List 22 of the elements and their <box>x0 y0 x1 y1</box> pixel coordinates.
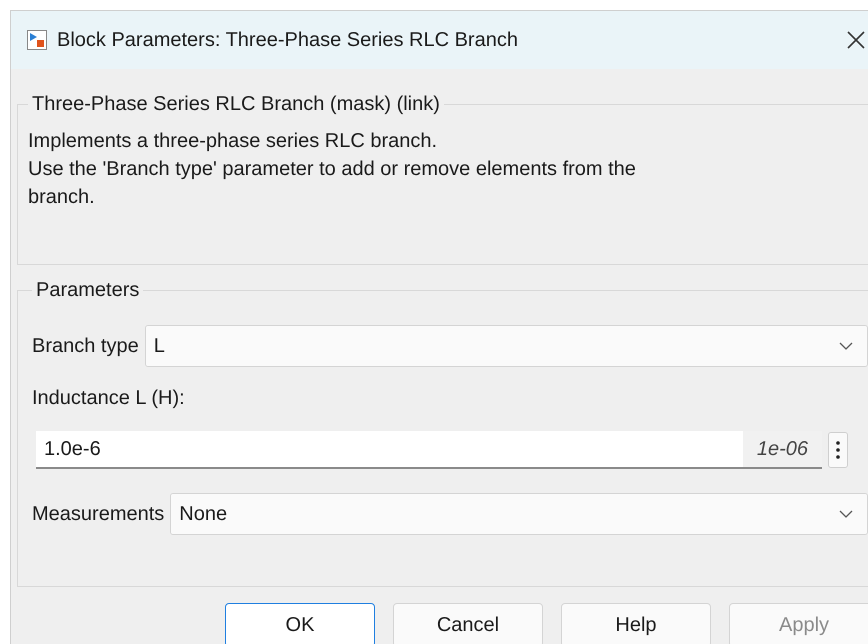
dialog-button[interactable]: OK <box>225 603 375 644</box>
description-text: Use the 'Branch type' parameter to add or remove elements from the <box>28 157 637 182</box>
more-options-button[interactable] <box>828 432 848 468</box>
input-field[interactable]: 1.0e-6 1e-06 <box>36 431 822 469</box>
description-text: Implements a three-phase series RLC branch. <box>28 129 438 154</box>
field-label: Branch type <box>32 334 139 359</box>
description-text: branch. <box>28 185 96 210</box>
dialog-button[interactable]: Cancel <box>393 603 543 644</box>
kebab-icon <box>836 441 840 459</box>
evaluated-value: 1e-06 <box>742 431 822 467</box>
dropdown[interactable]: None <box>170 493 868 535</box>
dropdown[interactable]: L <box>144 325 868 367</box>
dialog-button[interactable]: Help <box>561 603 711 644</box>
chevron-down-icon <box>839 510 853 518</box>
chevron-down-icon <box>839 342 853 350</box>
close-icon[interactable] <box>846 30 866 50</box>
window-title: Block Parameters: Three-Phase Series RLC Branch <box>57 28 518 53</box>
field-label: Measurements <box>32 502 164 527</box>
group-title: Three-Phase Series RLC Branch (mask) (link) <box>31 92 441 117</box>
group-title: Parameters <box>35 278 140 303</box>
block-app-icon <box>27 30 47 50</box>
field-label: Inductance L (H): <box>32 386 185 411</box>
